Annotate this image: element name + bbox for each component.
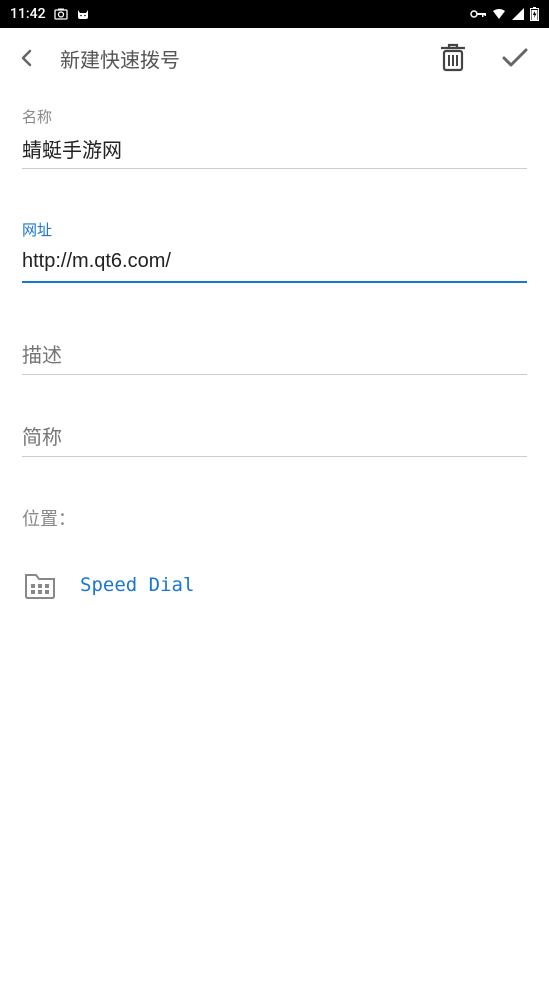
- shortname-field-group: [22, 423, 527, 457]
- url-input[interactable]: [22, 246, 527, 283]
- key-icon: [470, 8, 486, 20]
- page-title: 新建快速拨号: [60, 44, 413, 73]
- status-bar-right: [470, 7, 539, 21]
- location-folder-name: Speed Dial: [80, 574, 194, 596]
- status-bar: 11:42: [0, 0, 549, 28]
- app-bar: 新建快速拨号: [0, 28, 549, 88]
- name-field-group: 名称: [22, 106, 527, 169]
- location-section: 位置： Speed Dial: [22, 505, 527, 603]
- trash-icon: [440, 43, 466, 73]
- name-label: 名称: [22, 106, 527, 127]
- battery-icon: [530, 7, 539, 21]
- description-field-group: [22, 341, 527, 375]
- signal-icon: [512, 8, 524, 20]
- form-content: 名称 网址 位置： Speed Dial: [0, 88, 549, 621]
- folder-icon: [24, 571, 56, 599]
- delete-button[interactable]: [431, 36, 475, 80]
- name-input[interactable]: [22, 133, 527, 169]
- location-folder-item[interactable]: Speed Dial: [22, 567, 527, 603]
- camera-icon: [54, 7, 68, 21]
- confirm-button[interactable]: [493, 36, 537, 80]
- description-input[interactable]: [22, 341, 527, 375]
- url-field-group: 网址: [22, 219, 527, 283]
- location-label: 位置：: [22, 505, 527, 531]
- cat-icon: [76, 7, 90, 21]
- status-bar-left: 11:42: [10, 6, 90, 22]
- back-icon: [17, 48, 37, 68]
- url-label: 网址: [22, 219, 527, 240]
- wifi-icon: [492, 8, 506, 20]
- check-icon: [501, 47, 529, 69]
- shortname-input[interactable]: [22, 423, 527, 457]
- status-time: 11:42: [10, 6, 46, 22]
- back-button[interactable]: [12, 43, 42, 73]
